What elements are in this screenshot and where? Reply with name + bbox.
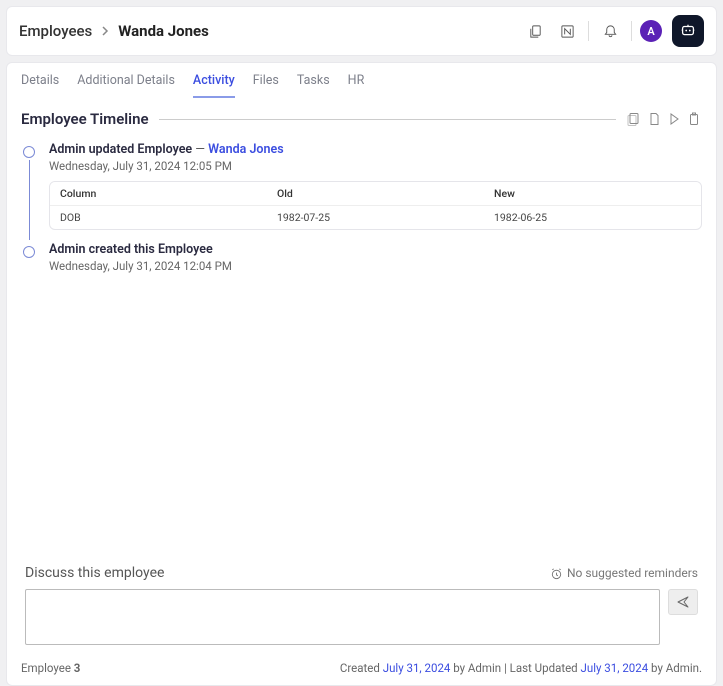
- tab-additional-details[interactable]: Additional Details: [77, 73, 175, 98]
- timeline-entity-link[interactable]: Wanda Jones: [208, 142, 284, 157]
- section-actions: [626, 111, 702, 127]
- main-panel: Details Additional Details Activity File…: [6, 62, 717, 686]
- tab-activity[interactable]: Activity: [193, 73, 235, 98]
- footer-left: Employee 3: [21, 661, 80, 675]
- copy-icon[interactable]: [522, 18, 548, 44]
- tab-details[interactable]: Details: [21, 73, 59, 98]
- tab-files[interactable]: Files: [253, 73, 279, 98]
- discuss-header: Discuss this employee No suggested remin…: [25, 565, 698, 581]
- timeline-timestamp: Wednesday, July 31, 2024 12:04 PM: [49, 259, 702, 273]
- footer-entity-label: Employee: [21, 661, 74, 675]
- discuss-row: [25, 589, 698, 645]
- breadcrumb: Employees Wanda Jones: [19, 22, 209, 40]
- discuss-area: Discuss this employee No suggested remin…: [7, 565, 716, 653]
- cell-new: 1982-06-25: [484, 206, 701, 229]
- cell-old: 1982-07-25: [267, 206, 484, 229]
- footer-updated-date: July 31, 2024: [581, 661, 649, 675]
- timeline-title-dash: —: [192, 142, 208, 157]
- avatar[interactable]: A: [640, 20, 662, 42]
- footer: Employee 3 Created July 31, 2024 by Admi…: [7, 653, 716, 685]
- tab-tasks[interactable]: Tasks: [297, 73, 330, 98]
- timeline-title: Admin updated Employee — Wanda Jones: [49, 142, 702, 157]
- clock-icon: [550, 567, 563, 580]
- change-table: Column Old New DOB 1982-07-25 1982-06-25: [49, 181, 702, 230]
- reminders-text: No suggested reminders: [567, 566, 698, 580]
- section-title: Employee Timeline: [21, 110, 149, 128]
- footer-separator: |: [501, 661, 510, 675]
- timeline-item: Admin updated Employee — Wanda Jones Wed…: [21, 142, 702, 242]
- timeline-marker: [21, 142, 37, 242]
- timeline-item: Admin created this Employee Wednesday, J…: [21, 242, 702, 285]
- timeline-body: Admin updated Employee — Wanda Jones Wed…: [49, 142, 702, 242]
- footer-updated-by: by Admin.: [648, 661, 702, 675]
- chat-assistant-button[interactable]: [672, 15, 704, 47]
- timeline-body: Admin created this Employee Wednesday, J…: [49, 242, 702, 285]
- duplicate-icon[interactable]: [626, 111, 642, 127]
- header-bar: Employees Wanda Jones A: [6, 6, 717, 56]
- reminders: No suggested reminders: [550, 566, 698, 580]
- bell-icon[interactable]: [597, 18, 623, 44]
- timeline-dot-icon: [23, 146, 35, 158]
- timeline-line: [29, 260, 30, 283]
- chevron-right-icon: [100, 26, 110, 36]
- table-row: DOB 1982-07-25 1982-06-25: [50, 206, 701, 229]
- footer-created-label: Created: [340, 661, 383, 675]
- divider: [588, 21, 589, 41]
- header-actions: A: [522, 15, 704, 47]
- send-button[interactable]: [668, 589, 698, 615]
- footer-created-by: by Admin: [450, 661, 501, 675]
- discuss-input[interactable]: [25, 589, 660, 645]
- timeline-timestamp: Wednesday, July 31, 2024 12:05 PM: [49, 159, 702, 173]
- notion-icon[interactable]: [554, 18, 580, 44]
- footer-updated-label: Last Updated: [510, 661, 581, 675]
- cell-column: DOB: [50, 206, 267, 229]
- section-header: Employee Timeline: [7, 98, 716, 136]
- timeline-line: [29, 160, 30, 240]
- divider: [631, 21, 632, 41]
- discuss-label: Discuss this employee: [25, 565, 164, 581]
- col-header-new: New: [484, 182, 701, 205]
- tabs: Details Additional Details Activity File…: [7, 63, 716, 98]
- timeline-title-text: Admin created this Employee: [49, 242, 213, 257]
- footer-right: Created July 31, 2024 by Admin | Last Up…: [340, 661, 702, 675]
- clipboard-icon[interactable]: [686, 111, 702, 127]
- timeline-marker: [21, 242, 37, 285]
- col-header-column: Column: [50, 182, 267, 205]
- timeline: Admin updated Employee — Wanda Jones Wed…: [7, 136, 716, 285]
- col-header-old: Old: [267, 182, 484, 205]
- play-icon[interactable]: [666, 111, 682, 127]
- tab-hr[interactable]: HR: [348, 73, 365, 98]
- section-divider: [159, 119, 616, 120]
- table-header: Column Old New: [50, 182, 701, 206]
- footer-created-date: July 31, 2024: [383, 661, 451, 675]
- timeline-dot-icon: [23, 246, 35, 258]
- footer-entity-id: 3: [74, 661, 81, 675]
- document-icon[interactable]: [646, 111, 662, 127]
- timeline-title-text: Admin updated Employee: [49, 142, 192, 157]
- timeline-title: Admin created this Employee: [49, 242, 702, 257]
- breadcrumb-parent[interactable]: Employees: [19, 22, 92, 40]
- breadcrumb-current: Wanda Jones: [118, 22, 209, 40]
